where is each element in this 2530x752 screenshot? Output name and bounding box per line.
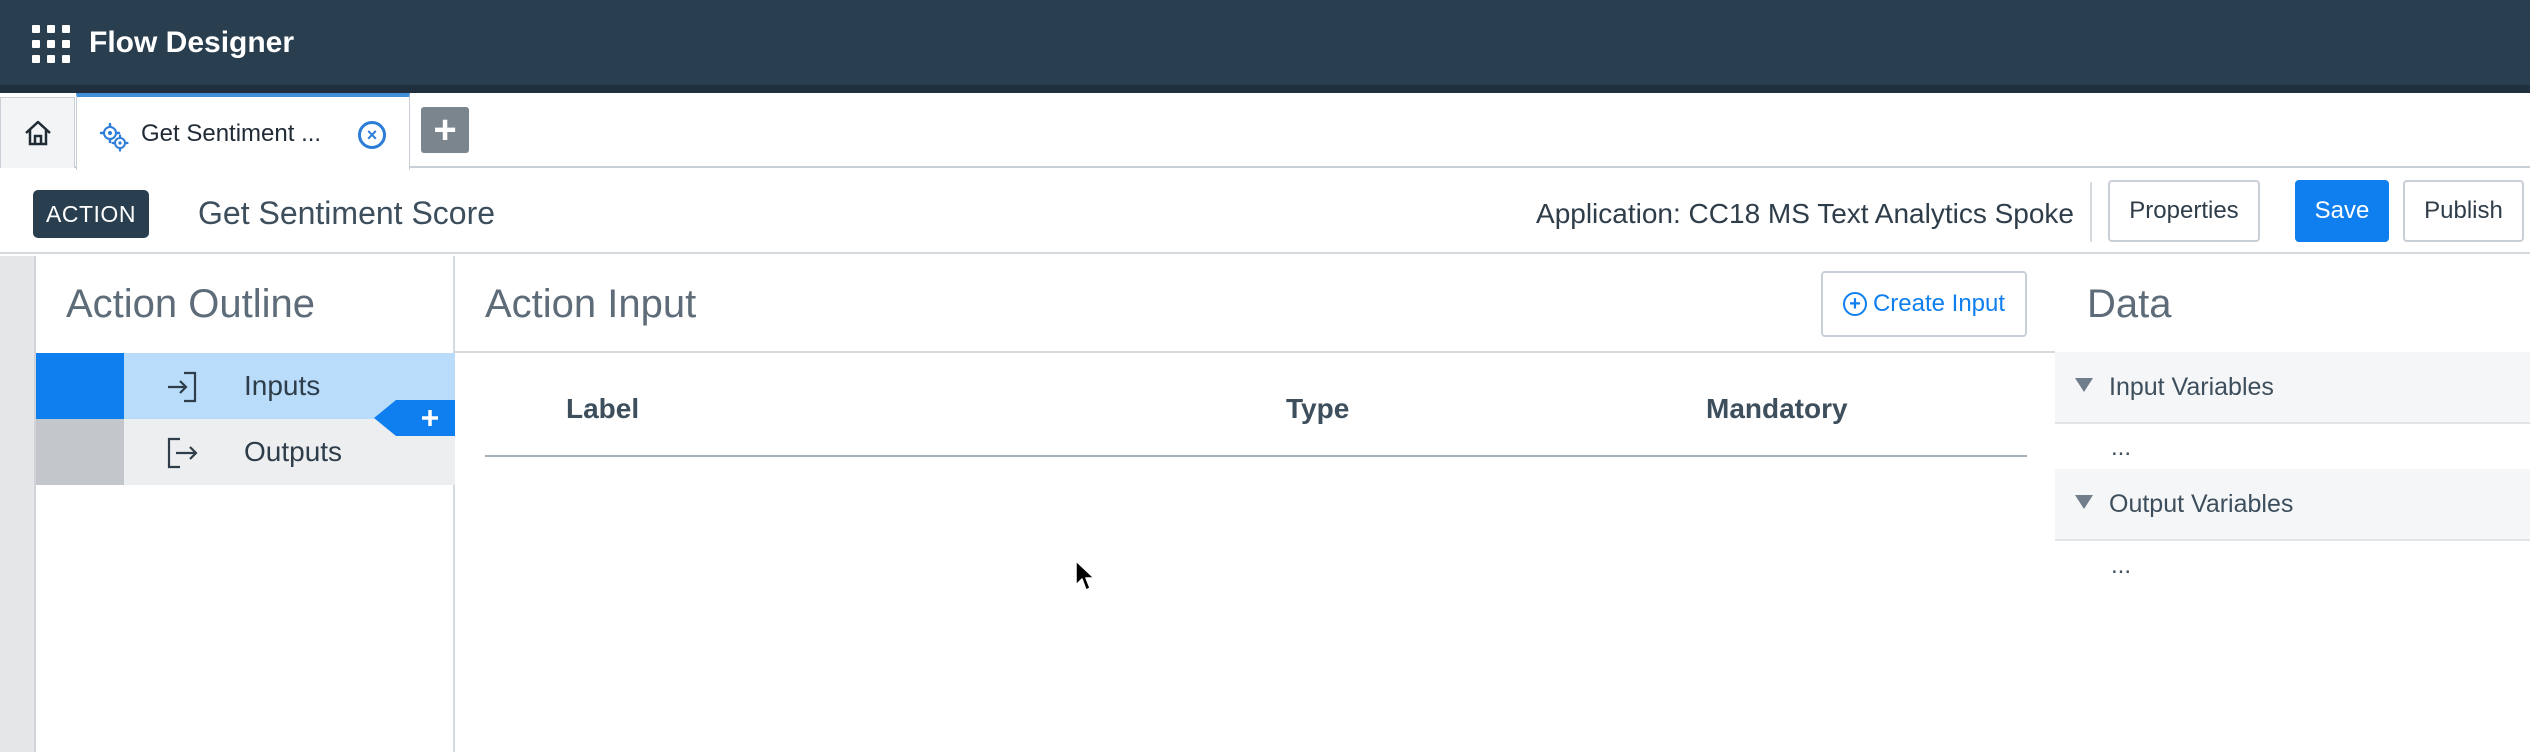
divider	[455, 351, 2055, 353]
properties-button[interactable]: Properties	[2108, 180, 2260, 242]
input-variables-section[interactable]: Input Variables	[2055, 352, 2530, 424]
tab-strip: Get Sentiment ... × +	[0, 93, 2530, 170]
action-name: Get Sentiment Score	[198, 195, 496, 231]
section-label: Input Variables	[2109, 373, 2274, 401]
home-tab[interactable]	[0, 97, 75, 168]
publish-button[interactable]: Publish	[2403, 180, 2524, 242]
column-header-label: Label	[566, 393, 640, 424]
outline-title: Action Outline	[66, 282, 316, 326]
create-input-label: Create Input	[1872, 290, 2006, 317]
left-rail	[0, 256, 36, 752]
plus-icon[interactable]	[374, 400, 455, 436]
input-arrow-icon	[168, 371, 197, 403]
outline-item-label: Outputs	[244, 436, 343, 467]
collapse-triangle-icon	[2075, 378, 2093, 392]
outline-item-label: Inputs	[244, 370, 321, 401]
column-header-mandatory: Mandatory	[1706, 393, 1848, 424]
action-type-badge: ACTION	[33, 190, 149, 238]
output-variables-ellipsis[interactable]: ...	[2111, 552, 2131, 580]
grid-icon[interactable]	[32, 25, 70, 63]
gear-icon	[99, 122, 129, 152]
collapse-triangle-icon	[2075, 495, 2093, 509]
create-input-button[interactable]: + Create Input	[1821, 271, 2027, 337]
plus-circle-icon: +	[1842, 292, 1867, 316]
data-title: Data	[2087, 282, 2172, 326]
app-header: Flow Designer	[0, 0, 2530, 85]
save-button[interactable]: Save	[2295, 180, 2389, 242]
section-label: Output Variables	[2109, 490, 2294, 518]
add-tab-button[interactable]: +	[421, 107, 469, 153]
action-outline-panel: Action Outline Inputs Outputs	[36, 256, 455, 752]
action-input-title: Action Input	[485, 282, 697, 326]
output-arrow-icon	[167, 437, 198, 469]
tab-get-sentiment[interactable]: Get Sentiment ... ×	[76, 93, 410, 170]
table-header-divider	[485, 455, 2027, 457]
action-bar: ACTION Get Sentiment Score Application: …	[0, 170, 2530, 254]
header-divider	[0, 85, 2530, 93]
app-title: Flow Designer	[89, 26, 295, 59]
close-circle-icon[interactable]: ×	[358, 121, 386, 149]
application-scope: Application: CC18 MS Text Analytics Spok…	[1536, 198, 2074, 229]
divider	[2090, 182, 2092, 242]
action-input-panel: Action Input + Create Input Label Type M…	[455, 256, 2055, 752]
data-panel: Data Input Variables ... Output Variable…	[2055, 256, 2530, 752]
mouse-pointer-icon	[1075, 560, 1095, 591]
selection-stripe	[36, 353, 124, 419]
output-variables-section[interactable]: Output Variables	[2055, 469, 2530, 541]
input-variables-ellipsis[interactable]: ...	[2111, 434, 2131, 462]
home-icon	[24, 120, 51, 146]
column-header-type: Type	[1286, 393, 1350, 424]
tab-label: Get Sentiment ...	[141, 120, 322, 147]
item-stripe	[36, 419, 124, 485]
